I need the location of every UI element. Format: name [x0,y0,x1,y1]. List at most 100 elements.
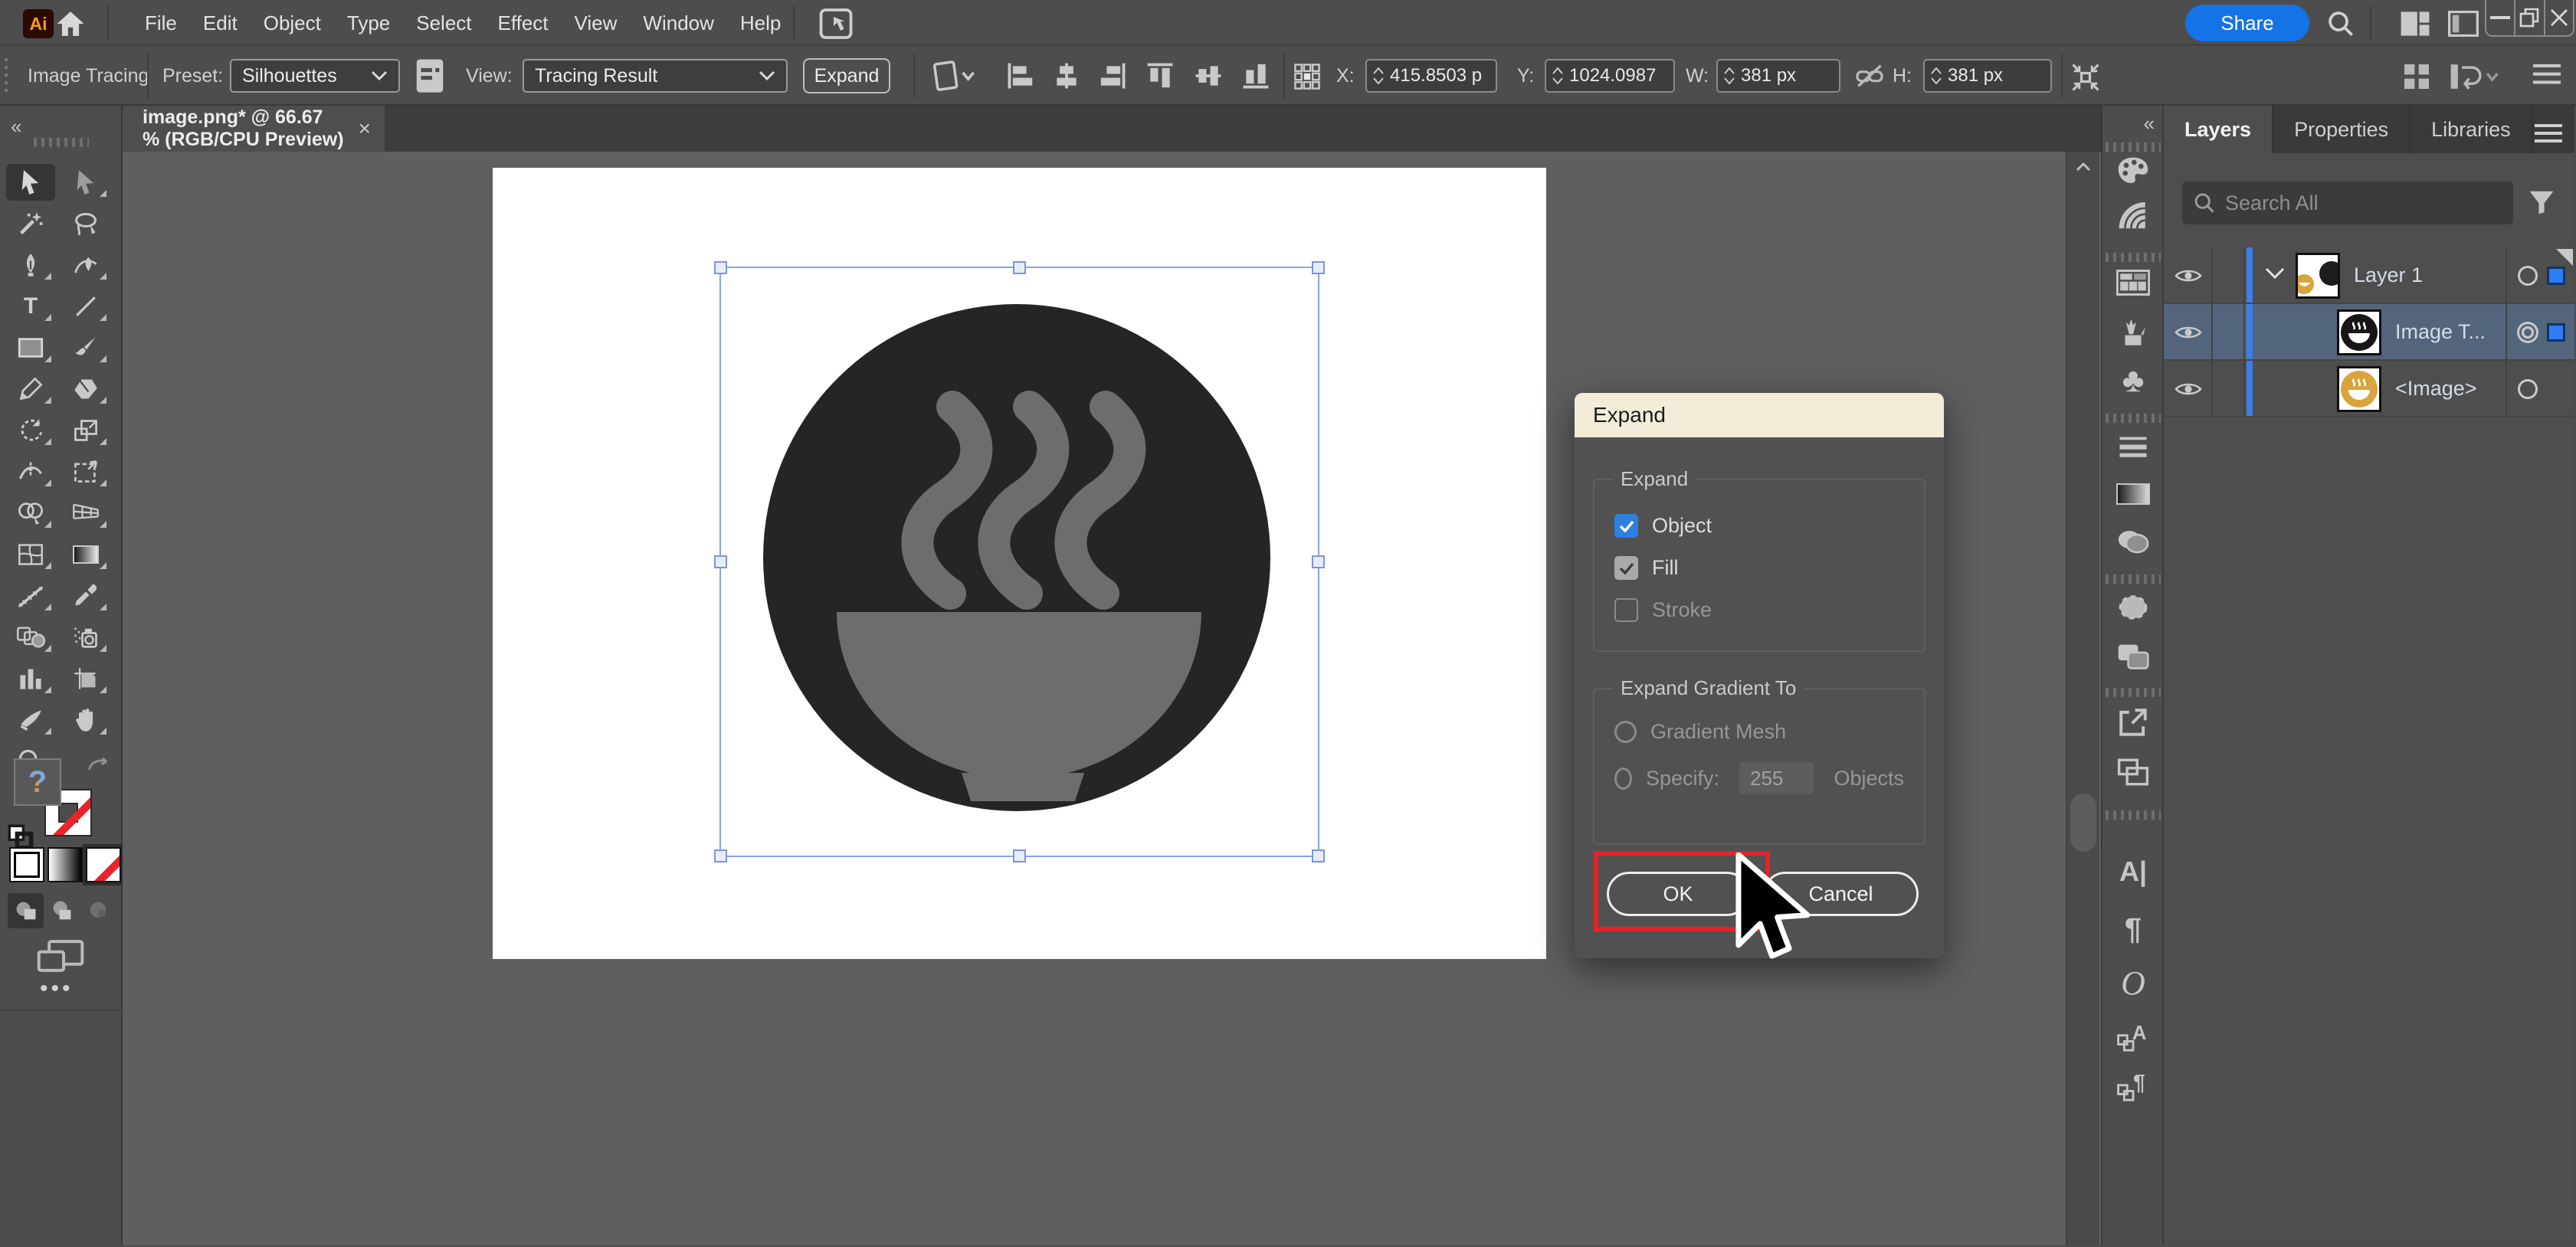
color-panel-icon[interactable] [2112,148,2155,191]
curvature-tool[interactable] [61,247,110,283]
canvas-vscrollbar[interactable] [2066,152,2099,1245]
minimize-button[interactable] [2486,0,2514,35]
gradient-button[interactable] [48,847,83,882]
visibility-toggle-icon[interactable] [2175,324,2202,341]
symbols-panel-icon[interactable]: ♣ [2112,359,2155,402]
artboards-panel-icon[interactable] [2112,751,2155,794]
type-tool[interactable]: T [6,288,55,325]
transform-menu-icon[interactable] [932,60,975,92]
stroke-checkbox[interactable] [1614,598,1638,622]
w-field[interactable]: 381 px [1716,59,1840,93]
layer-thumbnail[interactable] [2337,366,2381,412]
illustrator-logo-icon[interactable]: Ai [23,9,54,38]
view-dropdown[interactable]: Tracing Result [523,59,788,93]
y-field[interactable]: 1024.0987 [1545,59,1675,93]
image-trace-panel-icon[interactable] [415,58,444,93]
control-bar-menu-icon[interactable] [2533,63,2561,86]
tab-layers[interactable]: Layers [2164,106,2273,153]
gradient-tool[interactable] [61,536,110,573]
scroll-up-icon[interactable] [2067,152,2099,182]
selection-handle[interactable] [1312,261,1325,274]
object-option[interactable]: Object [1614,514,1904,538]
color-guide-panel-icon[interactable] [2112,194,2155,237]
column-graph-tool[interactable] [6,660,55,697]
expand-layer-icon[interactable] [2265,267,2285,280]
align-right-icon[interactable] [1098,61,1127,90]
magic-wand-tool[interactable] [6,205,55,242]
h-stepper[interactable] [1925,61,1948,91]
menu-view[interactable]: View [562,0,631,46]
dock-grip[interactable] [2106,810,2161,820]
align-left-icon[interactable] [1006,61,1035,90]
fill-option[interactable]: Fill [1614,556,1904,580]
screen-mode-icon[interactable] [37,939,84,973]
selection-handle[interactable] [1013,261,1026,274]
menu-object[interactable]: Object [251,0,334,46]
dock-grip[interactable] [2106,414,2161,423]
layer-row-image-tracing[interactable]: Image T... [2164,304,2574,361]
symbol-sprayer-tool[interactable] [61,619,110,656]
close-tab-icon[interactable]: × [359,116,371,141]
pencil-tool[interactable] [6,371,55,407]
document-tab[interactable]: image.png* @ 66.67 % (RGB/CPU Preview) × [123,106,385,152]
menu-file[interactable]: File [132,0,190,46]
workspace-switcher-icon[interactable] [2400,11,2430,37]
appearance-panel-icon[interactable] [2112,586,2155,629]
close-window-button[interactable] [2544,0,2573,35]
menu-effect[interactable]: Effect [485,0,562,46]
gradient-panel-icon[interactable] [2112,473,2155,515]
free-transform-tool[interactable] [61,453,110,490]
preset-dropdown[interactable]: Silhouettes [230,59,400,93]
width-tool[interactable] [6,453,55,490]
rectangle-tool[interactable] [6,329,55,366]
collapse-tools-icon[interactable]: « [11,115,21,139]
direct-selection-tool[interactable] [61,164,110,201]
selection-handle[interactable] [1312,555,1325,568]
layer-row-layer1[interactable]: Layer 1 [2164,247,2574,304]
selection-handle[interactable] [714,555,727,568]
panel-layout-icon[interactable] [2448,11,2479,37]
restore-button[interactable] [2514,0,2543,35]
none-button[interactable] [86,847,121,882]
search-input[interactable] [2225,191,2486,215]
stroke-option[interactable]: Stroke [1614,598,1904,622]
tab-libraries[interactable]: Libraries [2410,106,2533,153]
fill-swatch[interactable]: ? [14,758,61,806]
slice-tool[interactable] [6,702,55,738]
document-grid-icon[interactable] [2401,61,2432,92]
paragraph-styles-panel-icon[interactable]: ¶ [2112,1065,2155,1108]
scale-tool[interactable] [61,412,110,449]
search-icon[interactable] [2326,9,2355,38]
rotate-tool[interactable] [6,412,55,449]
draw-inside-button[interactable] [80,893,116,928]
visibility-toggle-icon[interactable] [2175,381,2202,398]
w-stepper[interactable] [1718,61,1741,91]
menu-window[interactable]: Window [630,0,726,46]
specify-input[interactable]: 255 [1739,762,1814,794]
gradient-mesh-radio[interactable] [1614,721,1637,743]
layer-thumbnail[interactable] [2337,309,2381,355]
layer-target-icon[interactable] [2518,266,2538,286]
brushes-panel-icon[interactable] [2112,312,2155,355]
color-button[interactable] [9,847,44,882]
x-stepper[interactable] [1367,61,1390,91]
expand-dialog-title[interactable]: Expand [1575,393,1944,437]
object-checkbox[interactable] [1614,514,1638,538]
blend-tool[interactable] [6,619,55,656]
swatches-panel-icon[interactable] [2112,261,2155,304]
export-panel-icon[interactable] [2112,701,2155,744]
layer-selection-indicator[interactable] [2547,323,2565,342]
eyedropper-tool[interactable] [61,578,110,614]
filter-icon[interactable] [2527,188,2556,217]
link-dimensions-icon[interactable] [1854,61,1885,90]
expand-button[interactable]: Expand [803,58,890,93]
character-panel-icon[interactable]: A| [2112,850,2155,893]
align-hcenter-icon[interactable] [1052,61,1081,90]
menu-type[interactable]: Type [334,0,403,46]
default-fill-stroke-icon[interactable] [8,824,34,850]
y-stepper[interactable] [1546,61,1569,91]
swap-fill-stroke-icon[interactable] [86,755,112,777]
dock-grip[interactable] [2106,688,2161,697]
fill-checkbox[interactable] [1614,556,1638,580]
visibility-toggle-icon[interactable] [2175,267,2202,284]
